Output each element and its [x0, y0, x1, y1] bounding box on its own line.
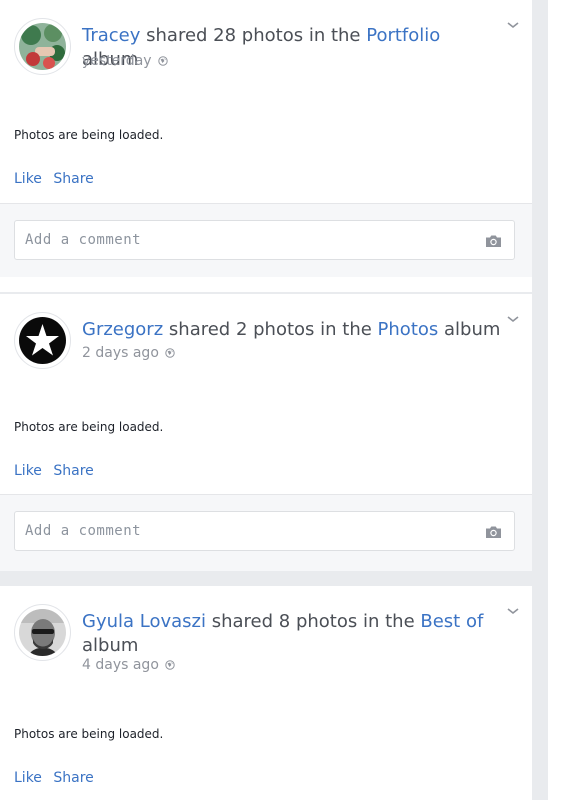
- post-actions: Like Share: [14, 171, 101, 187]
- like-button[interactable]: Like: [14, 770, 42, 786]
- avatar-photo-tracey: [19, 23, 66, 70]
- post-actions: Like Share: [14, 463, 101, 479]
- avatar[interactable]: [14, 18, 71, 75]
- chevron-down-icon[interactable]: [506, 314, 520, 324]
- album-link[interactable]: Photos: [378, 319, 439, 340]
- post-headline: Grzegorz shared 2 photos in the Photos a…: [82, 318, 502, 342]
- comment-input[interactable]: [25, 221, 465, 259]
- avatar-photo-gyula: [19, 609, 66, 656]
- post-header: Gyula Lovaszi shared 8 photos in the Bes…: [0, 586, 532, 678]
- post-timestamp[interactable]: 2 days ago: [82, 345, 175, 361]
- loading-message: Photos are being loaded.: [14, 727, 164, 741]
- shared-text: shared 8 photos in the: [211, 611, 415, 632]
- loading-message: Photos are being loaded.: [14, 128, 164, 142]
- globe-icon: [165, 348, 175, 358]
- chevron-down-icon[interactable]: [506, 606, 520, 616]
- timestamp-text: 4 days ago: [82, 657, 159, 673]
- camera-icon[interactable]: [485, 525, 502, 539]
- comment-area: [0, 203, 532, 277]
- feed-post: Tracey shared 28 photos in the Portfolio…: [0, 0, 532, 292]
- timestamp-text: yesterday: [82, 53, 152, 69]
- loading-message: Photos are being loaded.: [14, 420, 164, 434]
- author-link[interactable]: Tracey: [82, 25, 140, 46]
- chevron-down-icon[interactable]: [506, 20, 520, 30]
- share-button[interactable]: Share: [53, 463, 93, 479]
- post-timestamp[interactable]: 4 days ago: [82, 657, 175, 673]
- comment-box: [14, 220, 515, 260]
- album-link[interactable]: Best of: [420, 611, 483, 632]
- comment-box: [14, 511, 515, 551]
- comment-area: [0, 494, 532, 571]
- post-header: Tracey shared 28 photos in the Portfolio…: [0, 0, 532, 92]
- news-feed: Tracey shared 28 photos in the Portfolio…: [0, 0, 548, 800]
- shared-text: shared 28 photos in the: [146, 25, 361, 46]
- album-suffix: album: [82, 635, 139, 656]
- post-timestamp[interactable]: yesterday: [82, 53, 168, 69]
- album-suffix: album: [444, 319, 501, 340]
- avatar[interactable]: [14, 604, 71, 661]
- globe-icon: [165, 660, 175, 670]
- like-button[interactable]: Like: [14, 463, 42, 479]
- like-button[interactable]: Like: [14, 171, 42, 187]
- share-button[interactable]: Share: [53, 171, 93, 187]
- feed-post: Gyula Lovaszi shared 8 photos in the Bes…: [0, 586, 532, 800]
- author-link[interactable]: Gyula Lovaszi: [82, 611, 206, 632]
- feed-post: Grzegorz shared 2 photos in the Photos a…: [0, 294, 532, 571]
- author-link[interactable]: Grzegorz: [82, 319, 163, 340]
- share-button[interactable]: Share: [53, 770, 93, 786]
- timestamp-text: 2 days ago: [82, 345, 159, 361]
- post-header: Grzegorz shared 2 photos in the Photos a…: [0, 294, 532, 386]
- post-actions: Like Share: [14, 770, 101, 786]
- album-link[interactable]: Portfolio: [366, 25, 440, 46]
- post-headline: Gyula Lovaszi shared 8 photos in the Bes…: [82, 610, 487, 658]
- shared-text: shared 2 photos in the: [168, 319, 372, 340]
- camera-icon[interactable]: [485, 234, 502, 248]
- avatar[interactable]: [14, 312, 71, 369]
- avatar-logo-grzegorz: [19, 317, 66, 364]
- globe-icon: [157, 56, 168, 66]
- comment-input[interactable]: [25, 512, 465, 550]
